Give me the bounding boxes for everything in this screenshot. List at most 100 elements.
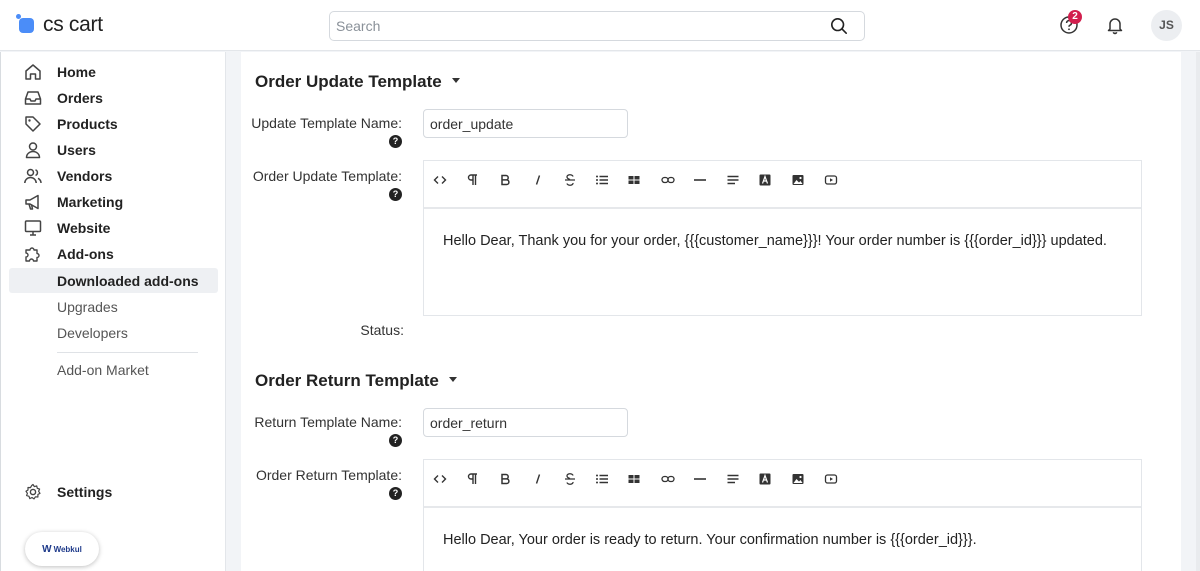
horizontal-rule-icon[interactable] <box>689 169 711 191</box>
bold-icon[interactable] <box>494 468 516 490</box>
sidebar-item-vendors[interactable]: Vendors <box>9 163 218 188</box>
home-icon <box>25 63 41 80</box>
italic-icon[interactable] <box>527 169 549 191</box>
top-header: cs cart 2 JS <box>0 0 1200 51</box>
logo-text: cs cart <box>43 13 103 36</box>
sidebar-item-label: Orders <box>57 89 103 106</box>
video-icon[interactable] <box>820 468 842 490</box>
sidebar-item-label: Settings <box>57 483 113 500</box>
puzzle-icon <box>25 246 40 262</box>
sidebar-subitem-addon-market[interactable]: Add-on Market <box>9 357 218 382</box>
sidebar-item-label: Users <box>57 141 96 158</box>
sidebar-item-label: Vendors <box>57 167 113 184</box>
sidebar-item-label: Marketing <box>57 193 124 210</box>
horizontal-rule-icon[interactable] <box>689 468 711 490</box>
sidebar-item-label: Products <box>57 115 118 132</box>
update-template-name-label: Update Template Name: <box>251 115 402 131</box>
page-scrollbar[interactable] <box>1196 52 1200 571</box>
image-icon[interactable] <box>787 169 809 191</box>
code-view-icon[interactable] <box>429 468 451 490</box>
megaphone-icon <box>25 194 39 210</box>
order-return-template-label: Order Return Template: <box>255 467 402 483</box>
sidebar-subitem-label: Add-on Market <box>57 361 149 378</box>
webkul-logo-icon: W <box>42 543 52 555</box>
link-icon[interactable] <box>657 468 679 490</box>
logo-mark-icon <box>16 14 38 36</box>
editor-toolbar <box>424 161 1141 209</box>
update-template-editor: Hello Dear, Thank you for your order, {{… <box>423 160 1142 316</box>
help-icon[interactable]: ? <box>389 434 402 447</box>
strikethrough-icon[interactable] <box>559 468 581 490</box>
inbox-icon <box>24 90 42 105</box>
webkul-badge[interactable]: W Webkul <box>25 532 99 566</box>
monitor-icon <box>24 219 42 236</box>
user-avatar[interactable]: JS <box>1151 10 1182 41</box>
sidebar-item-orders[interactable]: Orders <box>9 85 218 110</box>
return-section-title: Order Return Template <box>255 371 439 390</box>
help-icon[interactable]: ? <box>389 188 402 201</box>
update-section-header[interactable]: Order Update Template <box>255 72 460 92</box>
sidebar-item-label: Home <box>57 63 96 80</box>
return-section-header[interactable]: Order Return Template <box>255 371 457 391</box>
sidebar-item-website[interactable]: Website <box>9 215 218 240</box>
video-icon[interactable] <box>820 169 842 191</box>
code-view-icon[interactable] <box>429 169 451 191</box>
bullet-list-icon[interactable] <box>591 468 613 490</box>
status-label: Status: <box>360 322 404 338</box>
return-template-editor: Hello Dear, Your order is ready to retur… <box>423 459 1142 571</box>
sidebar-item-users[interactable]: Users <box>9 137 218 162</box>
paragraph-icon[interactable] <box>461 169 483 191</box>
main-panel: Order Update Template Update Template Na… <box>241 52 1181 571</box>
sidebar-item-label: Add-ons <box>57 245 114 262</box>
search-box[interactable] <box>329 11 865 41</box>
update-template-body[interactable]: Hello Dear, Thank you for your order, {{… <box>424 209 1141 315</box>
font-color-icon[interactable] <box>754 169 776 191</box>
help-icon[interactable]: ? <box>389 135 402 148</box>
sidebar-divider <box>57 352 198 353</box>
sidebar-subitem-label: Developers <box>57 324 128 341</box>
sidebar-item-marketing[interactable]: Marketing <box>9 189 218 214</box>
order-update-template-label: Order Update Template: <box>252 168 402 184</box>
tag-icon <box>25 115 41 132</box>
gear-icon <box>25 483 41 499</box>
strikethrough-icon[interactable] <box>559 169 581 191</box>
chevron-down-icon[interactable] <box>451 78 460 84</box>
help-icon[interactable]: ? <box>389 487 402 500</box>
cs-cart-logo[interactable]: cs cart <box>16 13 103 37</box>
webkul-label: Webkul <box>53 544 82 554</box>
editor-toolbar <box>424 460 1141 508</box>
sidebar-subitem-developers[interactable]: Developers <box>9 320 218 345</box>
search-input[interactable] <box>330 12 810 40</box>
bold-icon[interactable] <box>494 169 516 191</box>
sidebar-item-settings[interactable]: Settings <box>9 479 218 504</box>
sidebar-subitem-upgrades[interactable]: Upgrades <box>9 294 218 319</box>
link-icon[interactable] <box>657 169 679 191</box>
paragraph-icon[interactable] <box>461 468 483 490</box>
table-icon[interactable] <box>623 169 645 191</box>
font-color-icon[interactable] <box>754 468 776 490</box>
italic-icon[interactable] <box>527 468 549 490</box>
sidebar-item-products[interactable]: Products <box>9 111 218 136</box>
sidebar-item-home[interactable]: Home <box>9 59 218 84</box>
search-icon[interactable] <box>830 17 848 35</box>
return-template-name-input[interactable] <box>423 408 628 437</box>
align-icon[interactable] <box>722 169 744 191</box>
update-template-name-input[interactable] <box>423 109 628 138</box>
sidebar-item-label: Website <box>57 219 111 236</box>
image-icon[interactable] <box>787 468 809 490</box>
sidebar-subitem-downloaded-addons[interactable]: Downloaded add-ons <box>9 268 218 293</box>
align-icon[interactable] <box>722 468 744 490</box>
bullet-list-icon[interactable] <box>591 169 613 191</box>
sidebar: Home Orders Products Users Vendors Marke… <box>0 52 226 571</box>
return-template-body[interactable]: Hello Dear, Your order is ready to retur… <box>424 508 1141 571</box>
sidebar-subitem-label: Upgrades <box>57 298 118 315</box>
table-icon[interactable] <box>623 468 645 490</box>
bell-icon[interactable] <box>1105 15 1125 35</box>
chevron-down-icon[interactable] <box>448 377 457 383</box>
return-template-name-label: Return Template Name: <box>254 414 402 430</box>
users-icon <box>24 168 42 183</box>
sidebar-item-addons[interactable]: Add-ons <box>9 241 218 266</box>
user-icon <box>25 141 41 158</box>
sidebar-subitem-label: Downloaded add-ons <box>57 272 199 289</box>
update-section-title: Order Update Template <box>255 72 442 91</box>
